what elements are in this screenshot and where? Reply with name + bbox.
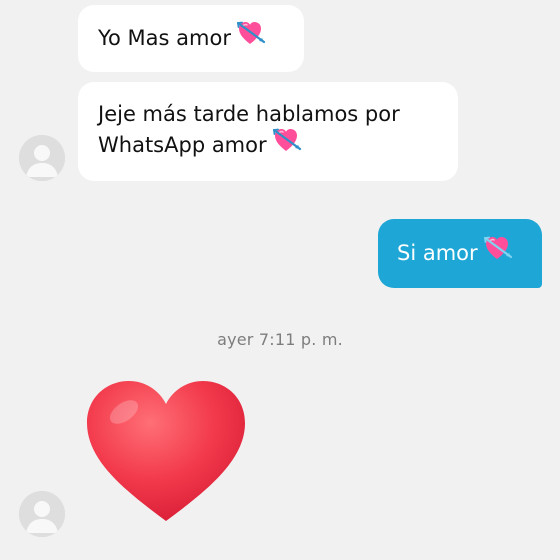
message-text: Jeje más tarde hablamos por <box>98 102 400 126</box>
heart-with-arrow-icon <box>483 235 514 270</box>
outgoing-message-bubble[interactable]: Si amor <box>378 219 542 288</box>
heart-with-arrow-icon <box>236 20 267 55</box>
red-heart-icon <box>87 381 245 521</box>
incoming-message-bubble[interactable]: Jeje más tarde hablamos por WhatsApp amo… <box>78 82 458 181</box>
message-text: Si amor <box>397 241 478 265</box>
message-text-line-2: WhatsApp amor <box>98 133 267 157</box>
message-text: Yo Mas amor <box>98 26 231 50</box>
heart-with-arrow-icon <box>272 127 303 162</box>
contact-avatar[interactable] <box>19 135 65 181</box>
message-timestamp: ayer 7:11 p. m. <box>217 330 343 349</box>
incoming-message-bubble[interactable]: Yo Mas amor <box>78 5 304 72</box>
chat-screen: Yo Mas amor Jeje más tarde hablamos por … <box>0 0 560 560</box>
contact-avatar[interactable] <box>19 491 65 537</box>
red-heart-sticker[interactable] <box>84 378 248 524</box>
